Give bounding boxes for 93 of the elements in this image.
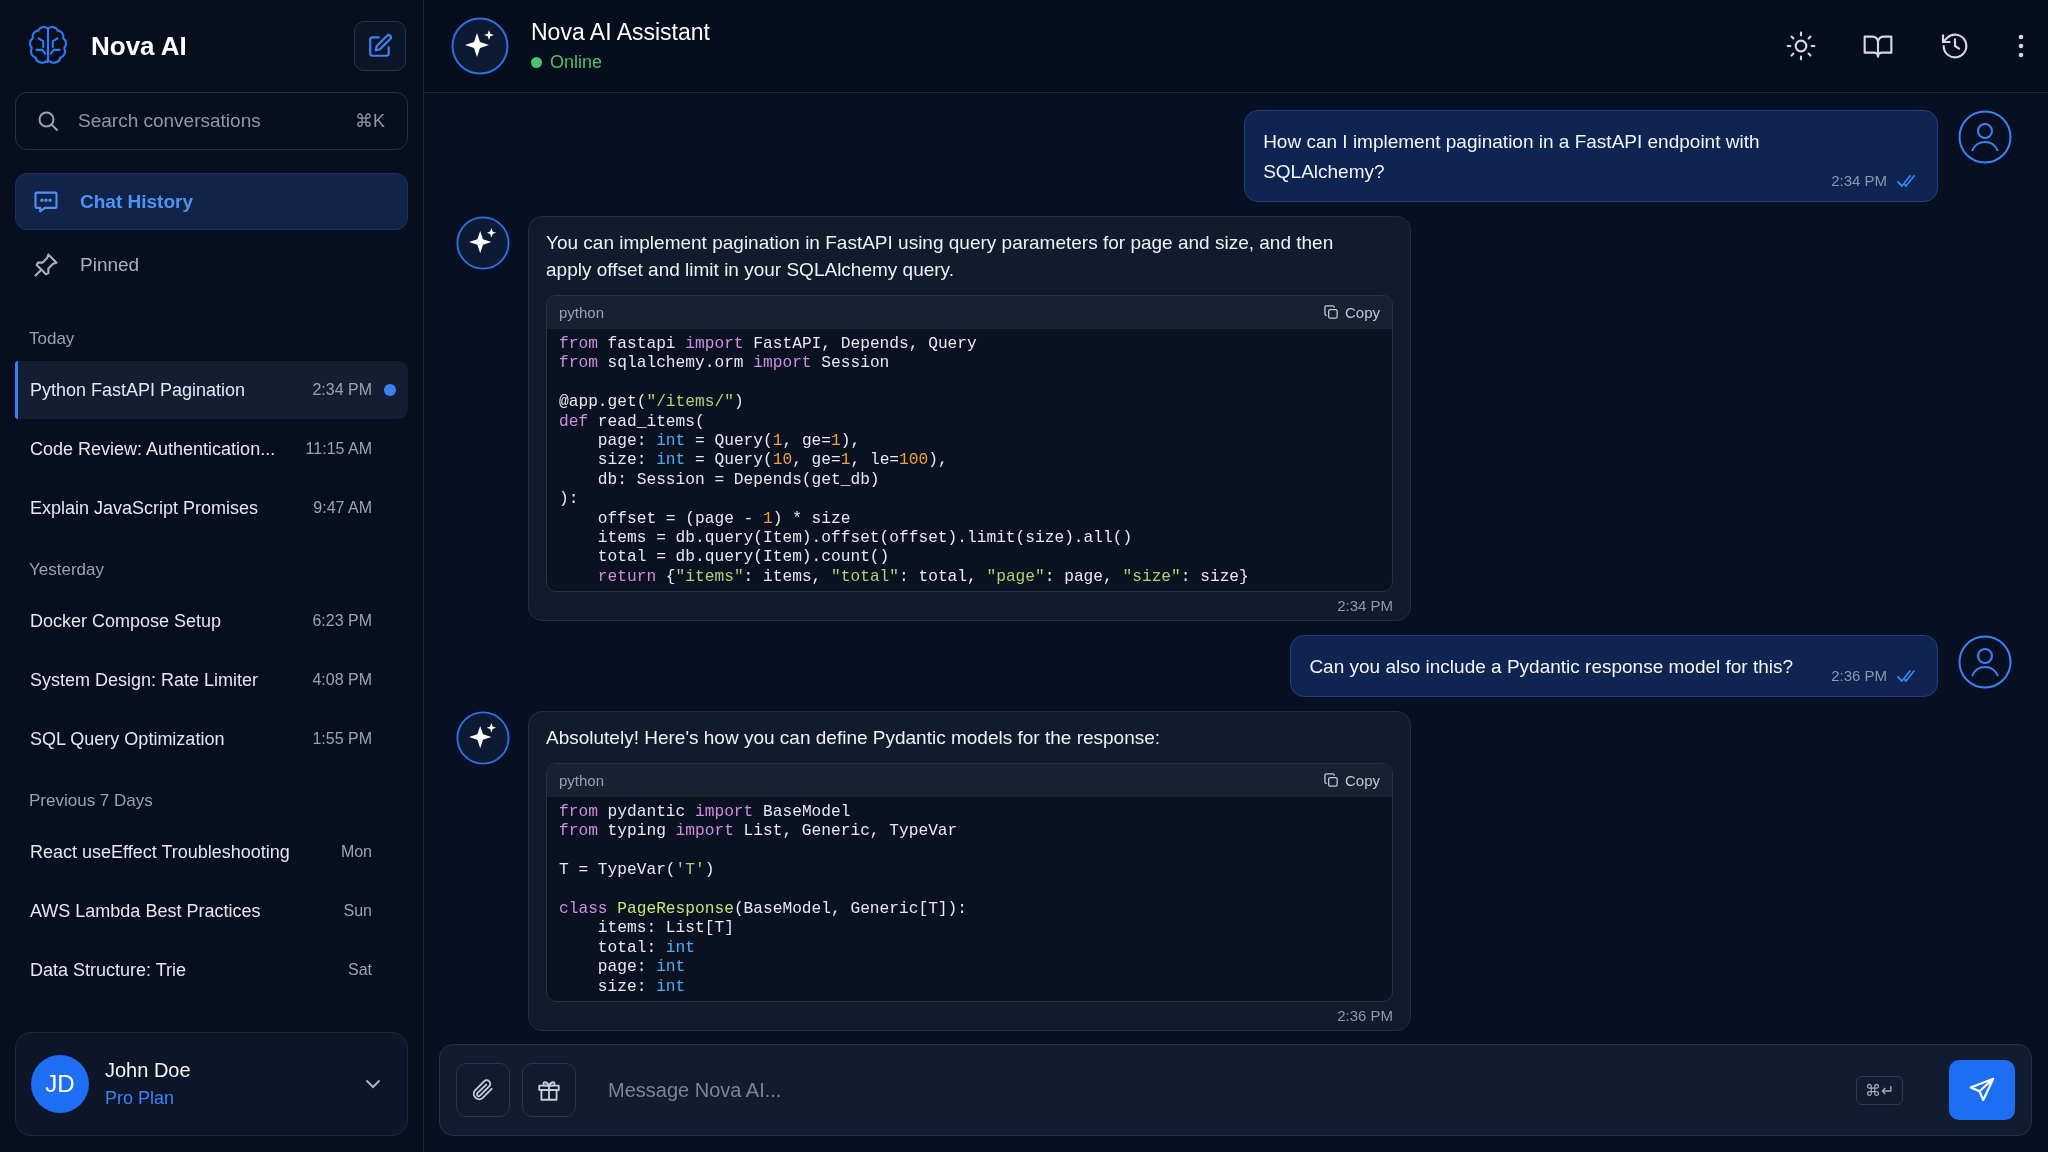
code-line: page: int xyxy=(596,958,687,978)
message-text: How can I implement pagination in a FastAPI endpoint with SQLAlchemy? xyxy=(1263,130,1761,184)
message-text: Absolutely! Here's how you can define Pydantic models for the response: xyxy=(546,726,1162,751)
conversation-title: System Design: Rate Limiter xyxy=(30,669,260,691)
code-line: size: int = Query(10, ge=1, le=100), xyxy=(596,451,949,471)
user-card[interactable]: JD John Doe Pro Plan xyxy=(15,1032,408,1136)
sun-icon[interactable] xyxy=(1785,30,1817,62)
conversation-time: 2:34 PM xyxy=(311,381,372,399)
conversation-item[interactable]: Docker Compose Setup 6:23 PM xyxy=(15,592,408,650)
code-line: class PageResponse(BaseModel, Generic[T]): xyxy=(559,900,968,920)
search-field[interactable]: Search conversations ⌘K xyxy=(15,92,408,150)
code-language: python xyxy=(559,772,605,790)
code-line: @app.get("/items/") xyxy=(559,393,745,413)
code-line: def read_items( xyxy=(559,412,706,432)
conversation-title: Python FastAPI Pagination xyxy=(30,379,247,401)
conversation-item[interactable]: React useEffect Troubleshooting Mon xyxy=(15,823,408,881)
conversation-title: Docker Compose Setup xyxy=(30,610,223,632)
conversation-item[interactable]: AWS Lambda Best Practices Sun xyxy=(15,882,408,940)
message-text: You can implement pagination in FastAPI using query parameters for page and size, and then apply offset and limit in your SQLAlchemy query. xyxy=(546,231,1335,282)
sparkle-avatar-icon xyxy=(456,711,510,766)
message-input[interactable]: Message Nova AI... xyxy=(606,1069,1844,1111)
user-avatar-icon xyxy=(1958,635,2012,690)
copy-icon xyxy=(1323,305,1339,320)
shortcut-hint: ⌘↵ xyxy=(1856,1075,1903,1105)
conversation-title: React useEffect Troubleshooting xyxy=(30,841,291,863)
user-avatar: JD xyxy=(31,1055,89,1113)
copy-button[interactable]: Copy xyxy=(1323,772,1380,790)
code-line: offset = (page - 1) * size xyxy=(596,509,852,529)
code-line: items = db.query(Item).offset(offset).limit(size).all() xyxy=(596,528,1134,549)
nav-item[interactable]: Chat History xyxy=(15,173,408,230)
assistant-name: Nova AI Assistant xyxy=(531,19,711,46)
send-button[interactable] xyxy=(1949,1060,2015,1120)
conversation-time: Sat xyxy=(347,961,372,979)
message-text: Can you also include a Pydantic response model for this? xyxy=(1309,655,1794,680)
code-line: return {"items": items, "total": total, "page": page, "size": size} xyxy=(596,567,1250,588)
shortcut-hint: ⌘K xyxy=(355,110,385,132)
new-chat-button[interactable] xyxy=(354,21,406,71)
nav-item[interactable]: Pinned xyxy=(15,236,408,293)
sparkle-avatar-icon xyxy=(451,17,509,75)
user-avatar-icon xyxy=(1958,110,2012,164)
conversation-title: Explain JavaScript Promises xyxy=(30,497,260,519)
code-line: db: Session = Depends(get_db) xyxy=(596,470,881,491)
search-input[interactable]: Search conversations xyxy=(76,109,339,133)
code-line: page: int = Query(1, ge=1), xyxy=(596,431,862,452)
conversation-item[interactable]: Code Review: Authentication... 11:15 AM xyxy=(15,420,408,478)
code-line: from fastapi import FastAPI, Depends, Query xyxy=(559,335,978,355)
conversation-title: Code Review: Authentication... xyxy=(30,438,277,460)
copy-icon xyxy=(1323,773,1339,789)
online-status: Online xyxy=(531,52,1785,73)
message-time: 2:36 PM xyxy=(1337,1007,1393,1024)
message-time: 2:34 PM xyxy=(1337,597,1393,615)
message-composer[interactable]: Message Nova AI... ⌘↵ xyxy=(439,1044,2032,1136)
conversation-time: Sun xyxy=(342,902,372,920)
user-plan: Pro Plan xyxy=(105,1088,176,1109)
conversation-item[interactable]: Data Structure: Trie Sat xyxy=(15,941,408,999)
message-time: 2:36 PM xyxy=(1831,667,1887,685)
conversation-time: 6:23 PM xyxy=(311,612,372,630)
code-line: ): xyxy=(559,490,580,510)
conversation-time: Mon xyxy=(339,843,372,861)
code-line: items: List[T] xyxy=(596,919,735,939)
app-name: Nova AI xyxy=(91,30,188,62)
gift-button[interactable] xyxy=(522,1063,576,1117)
pin-icon xyxy=(32,250,60,279)
conversation-title: Data Structure: Trie xyxy=(30,959,188,981)
code-language: python xyxy=(559,304,605,321)
code-line: from sqlalchemy.orm import Session xyxy=(559,354,891,374)
user-name: John Doe xyxy=(105,1059,192,1082)
more-icon[interactable] xyxy=(2016,32,2026,60)
conversation-item[interactable]: Python FastAPI Pagination 2:34 PM xyxy=(15,361,408,419)
message-time: 2:34 PM xyxy=(1831,172,1887,189)
code-line: total = db.query(Item).count() xyxy=(596,548,891,568)
code-line: T = TypeVar('T') xyxy=(559,861,716,881)
conversation-item[interactable]: System Design: Rate Limiter 4:08 PM xyxy=(15,651,408,709)
code-line: from pydantic import BaseModel xyxy=(559,803,852,823)
conversation-time: 9:47 AM xyxy=(312,499,372,517)
conversation-time: 11:15 AM xyxy=(304,440,372,458)
code-line: from typing import List, Generic, TypeVar xyxy=(559,822,959,842)
conversation-title: SQL Query Optimization xyxy=(30,728,226,750)
conversation-time: 4:08 PM xyxy=(311,671,372,689)
conversation-item[interactable]: SQL Query Optimization 1:55 PM xyxy=(15,710,408,768)
sparkle-avatar-icon xyxy=(456,216,510,270)
attach-button[interactable] xyxy=(456,1063,510,1117)
copy-button[interactable]: Copy xyxy=(1323,304,1380,321)
code-line: total: int xyxy=(596,938,696,959)
group-label: Yesterday xyxy=(28,559,105,581)
conversation-time: 1:55 PM xyxy=(311,730,372,748)
search-icon xyxy=(36,109,60,133)
group-label: Previous 7 Days xyxy=(28,790,154,812)
conversation-title: AWS Lambda Best Practices xyxy=(30,900,262,922)
edit-icon xyxy=(367,33,393,59)
conversation-item[interactable]: Explain JavaScript Promises 9:47 AM xyxy=(15,479,408,537)
code-line: size: int xyxy=(596,977,687,997)
group-label: Today xyxy=(28,328,76,350)
